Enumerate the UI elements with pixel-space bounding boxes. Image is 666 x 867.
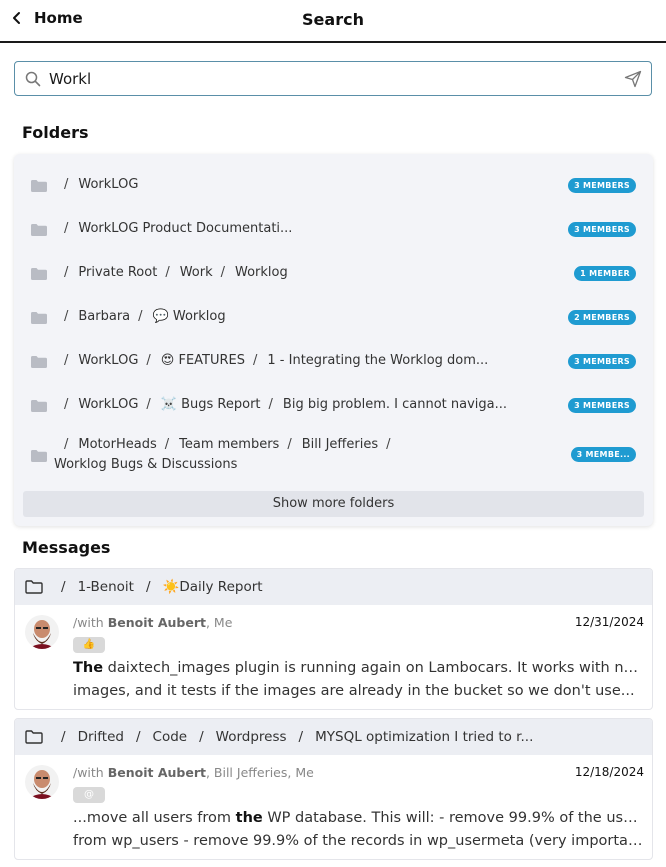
members-badge: 3 MEMBERS (568, 354, 636, 369)
search-icon (25, 71, 41, 87)
folder-row[interactable]: / Private Root / Work / Worklog 1 MEMBER (14, 247, 653, 291)
avatar-image (25, 615, 59, 649)
folder-path: / MotorHeads / Team members / Bill Jefferies /… (54, 437, 391, 472)
message-breadcrumb[interactable]: / Drifted / Code / Wordpress / MYSQL optimizati… (15, 719, 652, 755)
breadcrumb-segment: Wordpress (215, 729, 287, 745)
folder-path-segment: Private Root (78, 265, 158, 280)
folder-path: / Private Root / Work / Worklog (64, 265, 288, 280)
folders-heading: Folders (22, 123, 89, 142)
send-icon[interactable] (624, 70, 642, 88)
folder-path: / WorkLOG (64, 177, 139, 192)
folder-path: / Barbara / 💬 Worklog (64, 309, 226, 324)
members-badge: 2 MEMBERS (568, 310, 636, 325)
folder-path-segment: WorkLOG (78, 397, 139, 412)
folder-row[interactable]: / WorkLOG 3 MEMBERS (14, 159, 653, 203)
breadcrumb-segment: MYSQL optimization I tried to r... (315, 729, 534, 745)
folder-outline-icon (25, 730, 43, 744)
members-badge: 3 MEMBE... (570, 447, 636, 462)
folders-list: / WorkLOG 3 MEMBERS / WorkLOG Product Docu… (14, 154, 653, 526)
folder-icon (31, 268, 47, 280)
message-breadcrumb[interactable]: /1-Benoit / ☀️Daily Report (15, 569, 652, 605)
search-input[interactable] (49, 64, 619, 93)
folder-path-segment: Barbara (78, 309, 131, 324)
folder-row[interactable]: / WorkLOG Product Documentati... 3 MEMBER… (14, 203, 653, 247)
breadcrumb-segment: Code (152, 729, 188, 745)
folder-path-segment: 1 - Integrating the Worklog dom... (267, 353, 489, 368)
avatar (25, 765, 59, 799)
message-card: / Drifted / Code / Wordpress / MYSQL optimizati… (14, 718, 653, 860)
message-participants: /with Benoit Aubert, Bill Jefferies, Me (73, 765, 314, 780)
message-snippet: The daixtech_images plugin is running ag… (73, 660, 643, 699)
folder-icon (31, 180, 47, 192)
header-bar: Home Search (0, 0, 666, 43)
folder-path: / WorkLOG / 😍 FEATURES/1 - Integrating the … (64, 353, 489, 368)
folder-path-segment: ☠️ Bugs Report (160, 397, 261, 412)
folder-icon (31, 312, 47, 324)
back-label: Home (34, 9, 83, 27)
folder-icon (31, 400, 47, 412)
folder-icon (31, 356, 47, 368)
message-body[interactable]: /with Benoit Aubert, Bill Jefferies, Me … (15, 755, 652, 859)
show-more-folders-button[interactable]: Show more folders (23, 491, 644, 517)
message-participants: /with Benoit Aubert, Me (73, 615, 233, 630)
folder-outline-icon (25, 580, 43, 594)
search-box (14, 61, 652, 96)
folder-path-segment: Worklog Bugs & Discussions (54, 457, 238, 472)
chevron-left-icon (13, 12, 20, 24)
back-button[interactable]: Home (10, 9, 83, 27)
folder-icon (31, 224, 47, 236)
page-title: Search (302, 10, 364, 29)
members-badge: 1 MEMBER (574, 266, 636, 281)
folder-path-segment: MotorHeads (78, 437, 157, 452)
breadcrumb-segment: ☀️Daily Report (162, 579, 263, 595)
folder-path-segment: WorkLOG (78, 177, 139, 192)
message-body[interactable]: /with Benoit Aubert, Me 12/31/2024 👍 The… (15, 605, 652, 709)
folder-path-segment: Worklog (235, 265, 288, 280)
folder-path-segment: 😍 FEATURES (160, 353, 246, 368)
folder-path-segment: WorkLOG Product Documentati... (78, 221, 293, 236)
folder-path-segment: Big big problem. I cannot naviga... (282, 397, 508, 412)
folder-path-segment: Work (179, 265, 213, 280)
folder-row[interactable]: / MotorHeads / Team members / Bill Jefferies /… (14, 425, 653, 483)
folder-path-segment: Bill Jefferies (301, 437, 379, 452)
members-badge: 3 MEMBERS (568, 398, 636, 413)
folder-row[interactable]: / WorkLOG / 😍 FEATURES/1 - Integrating the … (14, 335, 653, 379)
breadcrumb-segment: 1-Benoit (77, 579, 134, 595)
message-date: 12/18/2024 (574, 765, 644, 779)
members-badge: 3 MEMBERS (568, 178, 636, 193)
message-snippet: ...move all users from the WP database. … (73, 810, 643, 849)
message-date: 12/31/2024 (574, 615, 644, 629)
messages-heading: Messages (22, 538, 111, 557)
folder-path: / WorkLOG / ☠️ Bugs Report / Big big problem.… (64, 397, 508, 412)
folder-path-segment: Team members (179, 437, 280, 452)
message-card: /1-Benoit / ☀️Daily Report /with Benoit Au… (14, 568, 653, 710)
members-badge: 3 MEMBERS (568, 222, 636, 237)
folder-path-segment: WorkLOG (78, 353, 139, 368)
reaction-badge[interactable]: @ (73, 787, 105, 803)
avatar-image (25, 765, 59, 799)
reaction-badge[interactable]: 👍 (73, 637, 105, 653)
breadcrumb-segment: Drifted (77, 729, 124, 745)
folder-row[interactable]: / WorkLOG / ☠️ Bugs Report / Big big problem.… (14, 379, 653, 423)
folder-path: / WorkLOG Product Documentati... (64, 221, 293, 236)
avatar (25, 615, 59, 649)
folder-icon (31, 450, 47, 462)
folder-row[interactable]: / Barbara / 💬 Worklog 2 MEMBERS (14, 291, 653, 335)
folder-path-segment: 💬 Worklog (152, 309, 226, 324)
